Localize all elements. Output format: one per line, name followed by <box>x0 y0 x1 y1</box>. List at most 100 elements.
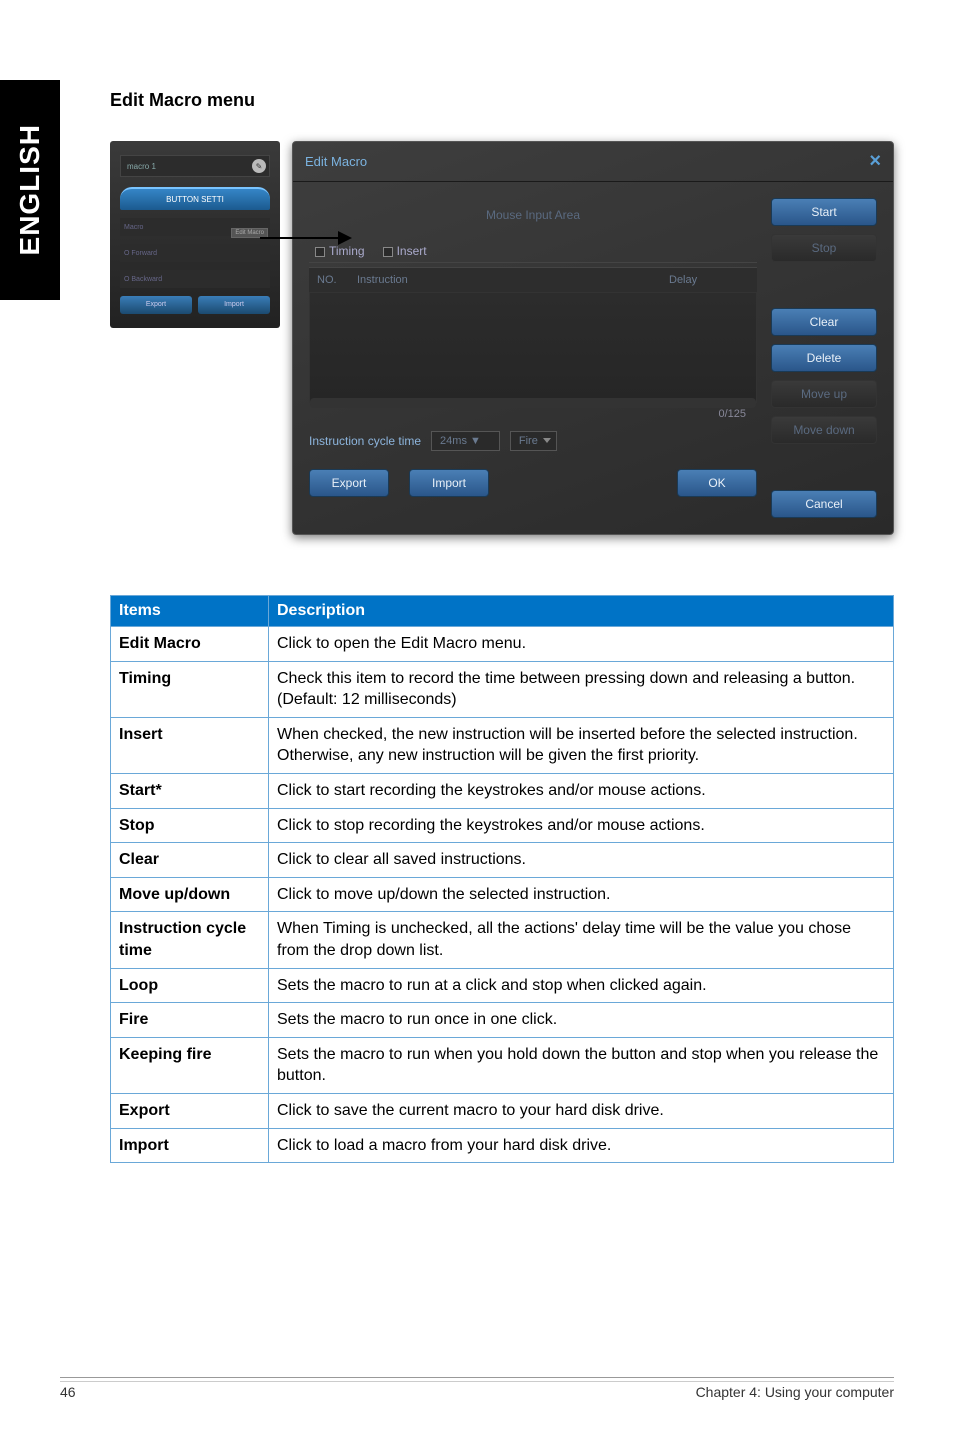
export-button[interactable]: Export <box>309 469 389 497</box>
arrow-icon <box>260 237 350 239</box>
table-row: Edit MacroClick to open the Edit Macro m… <box>111 627 894 662</box>
col-delay: Delay <box>669 274 749 286</box>
cell-desc: Sets the macro to run once in one click. <box>269 1003 894 1038</box>
import-button[interactable]: Import <box>409 469 489 497</box>
dialog-title-text: Edit Macro <box>305 154 367 169</box>
section-title: Edit Macro menu <box>110 90 894 111</box>
table-row: ExportClick to save the current macro to… <box>111 1093 894 1128</box>
cell-item: Import <box>111 1128 269 1163</box>
page-content: Edit Macro menu macro 1 ✎ BUTTON SETTI M… <box>110 90 894 1163</box>
clear-button[interactable]: Clear <box>771 308 877 336</box>
fire-mode-dropdown[interactable]: Fire <box>510 431 557 451</box>
dialog-left: Mouse Input Area Timing Insert NO. Instr… <box>309 196 757 518</box>
table-row: TimingCheck this item to record the time… <box>111 661 894 717</box>
table-row: FireSets the macro to run once in one cl… <box>111 1003 894 1038</box>
cell-desc: Click to open the Edit Macro menu. <box>269 627 894 662</box>
panel-footer: Export Import <box>120 296 270 314</box>
timing-checkbox[interactable]: Timing <box>315 244 365 258</box>
cell-item: Clear <box>111 843 269 878</box>
macro-sub-row[interactable]: Macro Edit Macro <box>120 218 270 236</box>
forward-label: O Forward <box>124 250 157 257</box>
table-row: Instruction cycle timeWhen Timing is unc… <box>111 912 894 968</box>
language-tab: ENGLISH <box>0 80 60 300</box>
cell-item: Move up/down <box>111 877 269 912</box>
cell-item: Export <box>111 1093 269 1128</box>
instruction-list-header: NO. Instruction Delay <box>309 267 757 293</box>
start-button[interactable]: Start <box>771 198 877 226</box>
move-down-button[interactable]: Move down <box>771 416 877 444</box>
th-items: Items <box>111 596 269 627</box>
cycle-time-dropdown[interactable]: 24ms ▼ <box>431 431 500 451</box>
col-no: NO. <box>317 274 357 286</box>
chapter-label: Chapter 4: Using your computer <box>696 1384 894 1400</box>
screenshot-figure: macro 1 ✎ BUTTON SETTI Macro Edit Macro … <box>110 141 894 535</box>
cell-item: Instruction cycle time <box>111 912 269 968</box>
macro-name-row[interactable]: macro 1 ✎ <box>120 155 270 177</box>
cell-desc: Sets the macro to run at a click and sto… <box>269 968 894 1003</box>
insert-checkbox[interactable]: Insert <box>383 244 427 258</box>
insert-label: Insert <box>397 244 427 258</box>
cycle-time-row: Instruction cycle time 24ms ▼ Fire <box>309 431 757 451</box>
page-footer: 46 Chapter 4: Using your computer <box>60 1377 894 1400</box>
col-instruction: Instruction <box>357 274 669 286</box>
backward-label: O Backward <box>124 276 162 283</box>
cell-item: Fire <box>111 1003 269 1038</box>
close-icon[interactable]: × <box>869 150 881 173</box>
move-up-button[interactable]: Move up <box>771 380 877 408</box>
table-row: Keeping fireSets the macro to run when y… <box>111 1037 894 1093</box>
panel-export-button[interactable]: Export <box>120 296 192 314</box>
cell-item: Loop <box>111 968 269 1003</box>
cell-desc: Click to clear all saved instructions. <box>269 843 894 878</box>
cell-desc: Click to move up/down the selected instr… <box>269 877 894 912</box>
table-row: Move up/downClick to move up/down the se… <box>111 877 894 912</box>
delete-button[interactable]: Delete <box>771 344 877 372</box>
sub-row-label: Macro <box>124 224 143 231</box>
mouse-input-area[interactable]: Mouse Input Area <box>309 196 757 240</box>
chevron-down-icon <box>543 438 551 443</box>
cell-desc: Click to start recording the keystrokes … <box>269 773 894 808</box>
panel-import-button[interactable]: Import <box>198 296 270 314</box>
cell-desc: Check this item to record the time betwe… <box>269 661 894 717</box>
cell-desc: When Timing is unchecked, all the action… <box>269 912 894 968</box>
timing-label: Timing <box>329 244 365 258</box>
description-table: Items Description Edit MacroClick to ope… <box>110 595 894 1163</box>
cell-desc: Click to stop recording the keystrokes a… <box>269 808 894 843</box>
table-row: ImportClick to load a macro from your ha… <box>111 1128 894 1163</box>
cell-item: Edit Macro <box>111 627 269 662</box>
dialog-side-buttons: Start Stop Clear Delete Move up Move dow… <box>771 196 877 518</box>
forward-sub-row[interactable]: O Forward <box>120 244 270 262</box>
source-panel: macro 1 ✎ BUTTON SETTI Macro Edit Macro … <box>110 141 280 328</box>
cell-desc: Sets the macro to run when you hold down… <box>269 1037 894 1093</box>
edit-macro-dialog: Edit Macro × Mouse Input Area Timing Ins… <box>292 141 894 535</box>
dialog-titlebar: Edit Macro × <box>293 142 893 182</box>
scrollbar[interactable] <box>310 398 756 408</box>
th-description: Description <box>269 596 894 627</box>
table-body: Edit MacroClick to open the Edit Macro m… <box>111 627 894 1163</box>
cell-desc: Click to save the current macro to your … <box>269 1093 894 1128</box>
ok-button[interactable]: OK <box>677 469 757 497</box>
table-row: StopClick to stop recording the keystrok… <box>111 808 894 843</box>
cancel-button[interactable]: Cancel <box>771 490 877 518</box>
dialog-action-row: Export Import OK <box>309 469 757 497</box>
fire-mode-value: Fire <box>519 435 538 447</box>
cell-item: Insert <box>111 717 269 773</box>
cell-item: Start* <box>111 773 269 808</box>
stop-button[interactable]: Stop <box>771 234 877 262</box>
instruction-counter: 0/125 <box>718 408 746 420</box>
table-row: Start*Click to start recording the keyst… <box>111 773 894 808</box>
dialog-body: Mouse Input Area Timing Insert NO. Instr… <box>293 182 893 534</box>
button-setting-tab[interactable]: BUTTON SETTI <box>120 187 270 210</box>
language-label: ENGLISH <box>14 124 46 255</box>
pencil-icon[interactable]: ✎ <box>252 159 266 173</box>
backward-sub-row[interactable]: O Backward <box>120 270 270 288</box>
table-row: ClearClick to clear all saved instructio… <box>111 843 894 878</box>
table-row: LoopSets the macro to run at a click and… <box>111 968 894 1003</box>
cycle-time-value: 24ms ▼ <box>440 435 481 447</box>
record-options: Timing Insert <box>309 240 757 263</box>
table-row: InsertWhen checked, the new instruction … <box>111 717 894 773</box>
cell-item: Stop <box>111 808 269 843</box>
instruction-list[interactable]: 0/125 <box>309 293 757 403</box>
cell-desc: Click to load a macro from your hard dis… <box>269 1128 894 1163</box>
cell-item: Timing <box>111 661 269 717</box>
cycle-time-label: Instruction cycle time <box>309 434 421 448</box>
